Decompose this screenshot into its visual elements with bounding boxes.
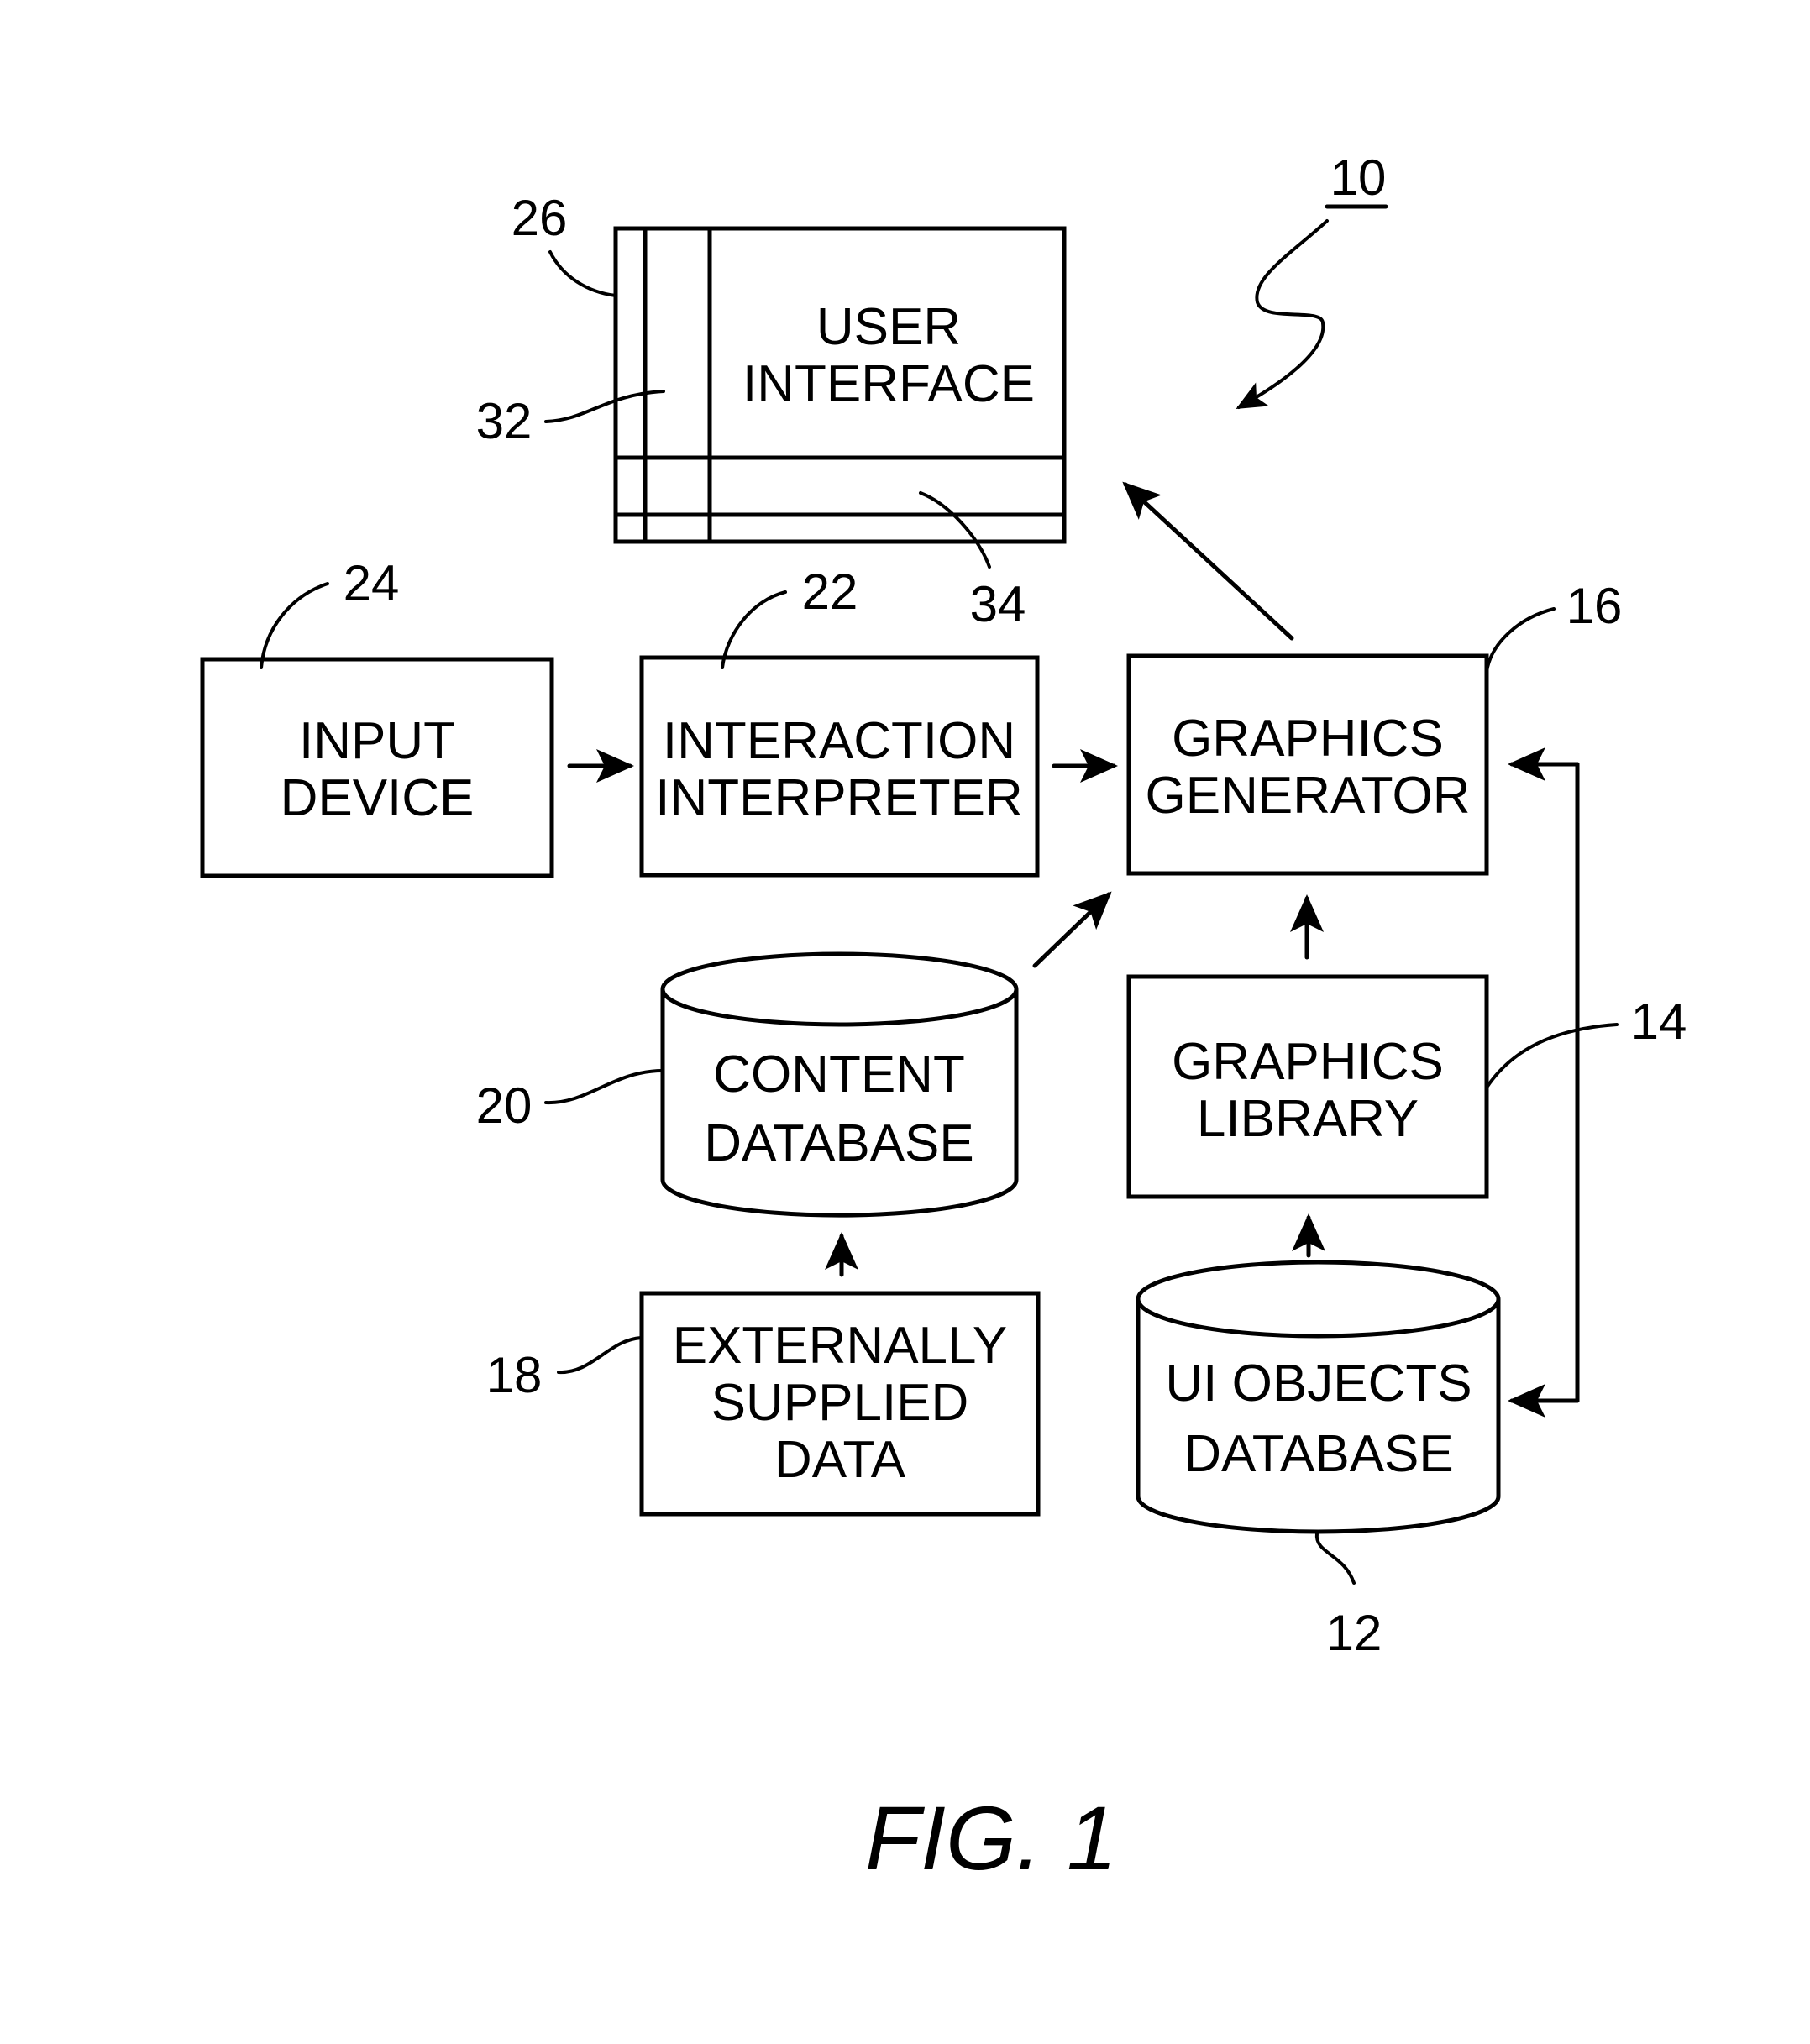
leader-16 bbox=[1485, 607, 1556, 673]
externally-supplied-data-block: EXTERNALLY SUPPLIED DATA bbox=[639, 1291, 1041, 1517]
graphics-library-label-line2: LIBRARY bbox=[1197, 1090, 1419, 1148]
graphics-library-label-line1: GRAPHICS bbox=[1172, 1033, 1444, 1091]
leader-14 bbox=[1485, 1023, 1619, 1089]
content-database-label-line2: DATABASE bbox=[704, 1114, 974, 1172]
graphics-generator-label-line1: GRAPHICS bbox=[1172, 710, 1444, 768]
content-database-block: CONTENT DATABASE bbox=[660, 951, 1019, 1218]
ref-label-14: 14 bbox=[1631, 993, 1687, 1050]
ref-label-26: 26 bbox=[512, 190, 568, 246]
externally-supplied-data-label-line2: SUPPLIED bbox=[711, 1374, 969, 1432]
ref-label-20: 20 bbox=[476, 1077, 533, 1134]
input-device-block: INPUT DEVICE bbox=[200, 657, 554, 878]
leader-24 bbox=[260, 582, 329, 669]
leader-26 bbox=[548, 250, 617, 297]
ui-objects-database-top bbox=[1136, 1260, 1501, 1339]
input-device-label-line1: INPUT bbox=[299, 712, 455, 770]
figure-caption: FIG. 1 bbox=[865, 1787, 1117, 1889]
externally-supplied-data-label-line1: EXTERNALLY bbox=[673, 1317, 1008, 1375]
content-database-label-line1: CONTENT bbox=[713, 1046, 965, 1103]
ui-objects-database-block: UI OBJECTS DATABASE bbox=[1136, 1260, 1501, 1534]
graphics-generator-block: GRAPHICS GENERATOR bbox=[1126, 653, 1489, 876]
ref-label-32: 32 bbox=[476, 393, 533, 449]
block-diagram: 10 USER INTERFACE 26 32 34 INPUT DEVICE … bbox=[200, 149, 1687, 1889]
user-interface-label-line2: INTERFACE bbox=[742, 355, 1035, 413]
ui-objects-database-label-line1: UI OBJECTS bbox=[1165, 1355, 1472, 1412]
interaction-interpreter-label-line1: INTERACTION bbox=[663, 712, 1015, 770]
input-device-label-line2: DEVICE bbox=[281, 769, 475, 827]
ui-objects-database-label-line2: DATABASE bbox=[1183, 1425, 1454, 1483]
interaction-interpreter-label-line2: INTERPRETER bbox=[655, 769, 1022, 827]
graphics-generator-label-line2: GENERATOR bbox=[1146, 767, 1471, 825]
graphics-library-block: GRAPHICS LIBRARY bbox=[1126, 974, 1489, 1199]
arrow-generator-to-ui bbox=[1122, 481, 1294, 641]
ref-label-34: 34 bbox=[970, 576, 1026, 632]
ref-label-16: 16 bbox=[1566, 578, 1623, 634]
ref-label-10: 10 bbox=[1330, 149, 1387, 206]
user-interface-label-line1: USER bbox=[816, 298, 961, 356]
ref-label-12: 12 bbox=[1326, 1605, 1382, 1661]
user-interface-window: USER INTERFACE bbox=[613, 226, 1067, 544]
ref-label-24: 24 bbox=[344, 555, 400, 611]
ref-label-18: 18 bbox=[486, 1347, 543, 1403]
interaction-interpreter-block: INTERACTION INTERPRETER bbox=[639, 655, 1040, 878]
leader-20 bbox=[544, 1069, 664, 1105]
arrow-contentdb-to-generator bbox=[1032, 891, 1112, 968]
system-reference: 10 bbox=[1236, 149, 1388, 409]
leader-12 bbox=[1314, 1532, 1356, 1585]
ref-label-22: 22 bbox=[802, 563, 858, 620]
content-database-top bbox=[660, 951, 1019, 1027]
leader-18 bbox=[557, 1336, 643, 1375]
wavy-arrow-icon bbox=[1236, 219, 1329, 409]
externally-supplied-data-label-line3: DATA bbox=[774, 1431, 906, 1489]
